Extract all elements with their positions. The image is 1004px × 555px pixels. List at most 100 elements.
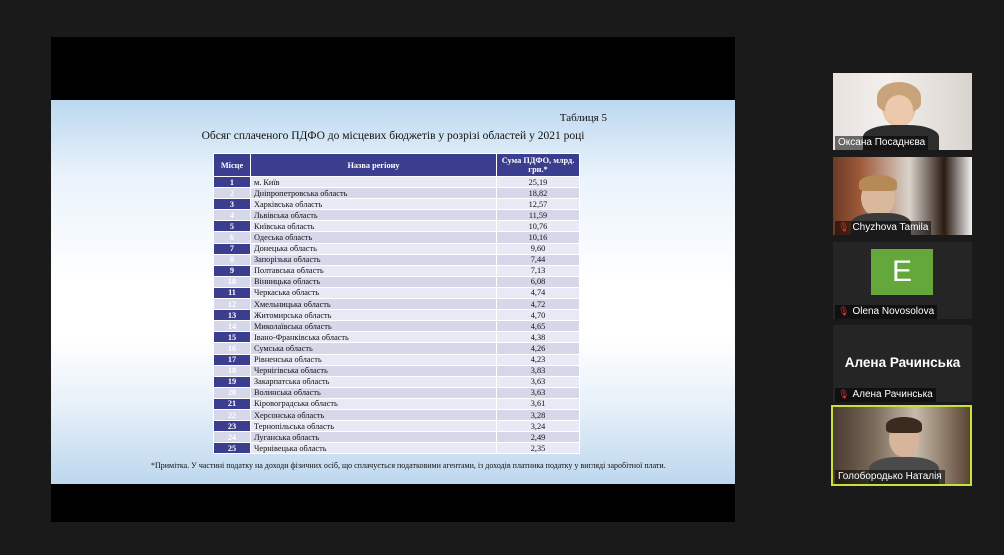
rank-cell: 4 [213,209,251,222]
value-cell: 4,72 [496,298,580,311]
presentation-slide: Таблиця 5 Обсяг сплаченого ПДФО до місце… [51,100,735,484]
value-cell: 10,16 [496,231,580,244]
participant-tile-active-speaker[interactable]: Голобородько Наталія [831,405,972,486]
rank-cell: 16 [213,342,251,355]
table-row: 9 Полтавська область 7,13 [213,264,580,277]
value-cell: 2,35 [496,442,580,455]
rank-cell: 21 [213,397,251,410]
value-cell: 7,44 [496,253,580,266]
region-cell: Тернопільська область [250,420,497,433]
region-cell: Рівненська область [250,353,497,366]
region-cell: Київська область [250,220,497,233]
participant-tile[interactable]: 🎙︎ Chyzhova Tamila [833,157,972,235]
value-cell: 2,49 [496,431,580,444]
table-row: 22 Херсонська область 3,28 [213,408,580,422]
value-cell: 4,38 [496,331,580,344]
participant-name: Оксана Посаднєва [835,136,929,150]
table-row: 20 Волинська область 3,63 [213,386,580,399]
participant-hair [886,417,922,433]
participant-name: Голобородько Наталія [835,470,945,484]
participant-avatar: E [871,249,933,295]
rank-cell: 5 [213,220,251,233]
region-cell: м. Київ [250,175,497,189]
rank-cell: 2 [213,187,251,200]
table-row: 12 Хмельницька область 4,72 [213,298,580,311]
pdfo-table: Місце Назва регіону Сума ПДФО, млрд. грн… [213,153,580,455]
value-cell: 4,26 [496,342,580,355]
region-cell: Черкаська область [250,286,497,300]
rank-cell: 18 [213,364,251,377]
region-cell: Дніпропетровська область [250,187,497,200]
table-row: 6 Одеська область 10,16 [213,231,580,244]
region-cell: Луганська область [250,431,497,444]
table-row: 18 Чернігівська область 3,83 [213,364,580,377]
region-cell: Херсонська область [250,408,497,422]
table-row: 14 Миколаївська область 4,65 [213,320,580,333]
rank-cell: 15 [213,331,251,344]
value-cell: 25,19 [496,175,580,189]
table-row: 10 Вінницька область 6,08 [213,275,580,288]
table-row: 21 Кіровоградська область 3,61 [213,397,580,410]
table-body: 1 м. Київ 25,19 2 Дніпропетровська область 18… [213,175,580,455]
region-cell: Чернігівська область [250,364,497,377]
value-cell: 4,70 [496,309,580,322]
muted-microphone-icon: 🎙︎ [838,389,850,399]
table-row: 19 Закарпатська область 3,63 [213,375,580,388]
region-cell: Львівська область [250,209,497,222]
region-cell: Донецька область [250,242,497,255]
region-cell: Миколаївська область [250,320,497,333]
region-cell: Житомирська область [250,309,497,322]
value-cell: 9,60 [496,242,580,255]
value-cell: 4,74 [496,286,580,300]
value-cell: 18,82 [496,187,580,200]
slide-title: Обсяг сплаченого ПДФО до місцевих бюджет… [201,130,585,142]
region-cell: Кіровоградська область [250,397,497,410]
rank-cell: 25 [213,442,251,455]
table-row: 15 Івано-Франківська область 4,38 [213,331,580,344]
rank-cell: 1 [213,175,251,189]
rank-cell: 17 [213,353,251,366]
participant-tile[interactable]: Алена Рачинська 🎙︎ Алена Рачинська [833,325,972,402]
participant-tile[interactable]: E 🎙︎ Olena Novosolova [833,242,972,319]
participant-name: 🎙︎ Алена Рачинська [835,388,936,402]
value-cell: 3,83 [496,364,580,377]
region-cell: Харківська область [250,198,497,211]
participant-name: 🎙︎ Chyzhova Tamila [835,221,932,235]
rank-cell: 3 [213,198,251,211]
rank-cell: 23 [213,420,251,433]
region-cell: Одеська область [250,231,497,244]
muted-microphone-icon: 🎙︎ [838,222,850,232]
value-cell: 3,24 [496,420,580,433]
table-row: 23 Тернопільська область 3,24 [213,420,580,433]
table-number: Таблиця 5 [559,112,607,124]
rank-cell: 9 [213,264,251,277]
table-row: 3 Харківська область 12,57 [213,198,580,211]
table-row: 7 Донецька область 9,60 [213,242,580,255]
table-row: 24 Луганська область 2,49 [213,431,580,444]
table-row: 17 Рівненська область 4,23 [213,353,580,366]
participant-face-front [885,95,913,125]
table-row: 8 Запорізька область 7,44 [213,253,580,266]
rank-cell: 22 [213,408,251,422]
region-cell: Полтавська область [250,264,497,277]
participant-hair [859,175,897,191]
rank-cell: 7 [213,242,251,255]
region-cell: Волинська область [250,386,497,399]
region-cell: Хмельницька область [250,298,497,311]
rank-cell: 24 [213,431,251,444]
rank-cell: 6 [213,231,251,244]
value-cell: 4,65 [496,320,580,333]
table-row: 5 Київська область 10,76 [213,220,580,233]
region-cell: Івано-Франківська область [250,331,497,344]
participant-tile[interactable]: Оксана Посаднєва [833,73,972,150]
table-row: 2 Дніпропетровська область 18,82 [213,187,580,200]
header-sum: Сума ПДФО, млрд. грн.* [496,153,580,177]
rank-cell: 8 [213,253,251,266]
table-row: 13 Житомирська область 4,70 [213,309,580,322]
value-cell: 4,23 [496,353,580,366]
rank-cell: 12 [213,298,251,311]
table-row: 4 Львівська область 11,59 [213,209,580,222]
value-cell: 3,63 [496,386,580,399]
value-cell: 10,76 [496,220,580,233]
table-row: 11 Черкаська область 4,74 [213,286,580,300]
